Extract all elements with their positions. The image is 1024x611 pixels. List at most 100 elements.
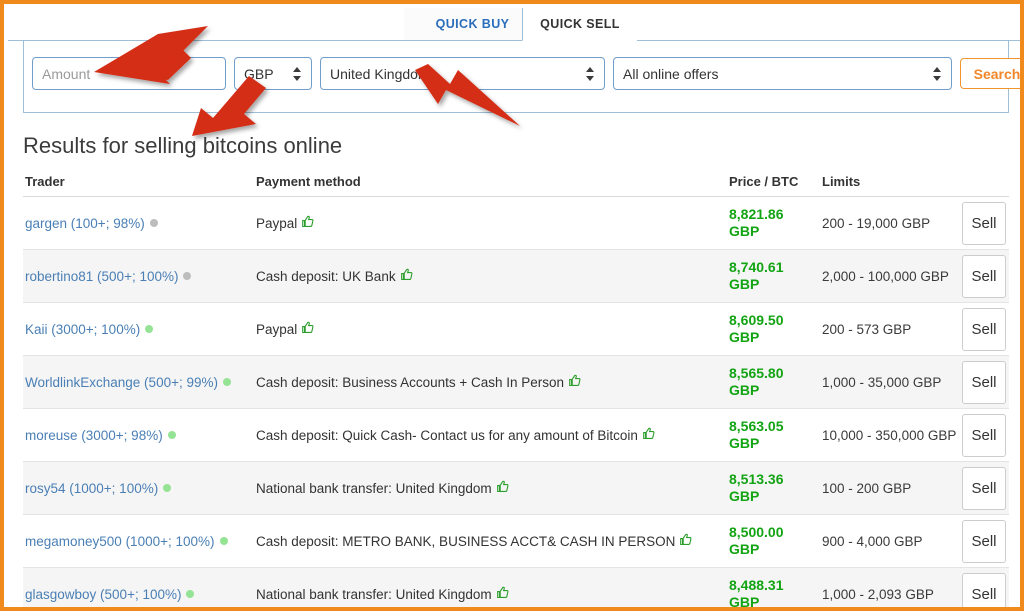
- limits-value: 900 - 4,000 GBP: [822, 533, 923, 549]
- tab-quick-sell[interactable]: QUICK SELL: [522, 8, 637, 41]
- trader-link[interactable]: robertino81 (500+; 100%): [25, 269, 178, 284]
- limits-value: 1,000 - 35,000 GBP: [822, 374, 942, 390]
- tab-quick-sell-label: QUICK SELL: [540, 17, 620, 31]
- sell-button[interactable]: Sell: [962, 519, 1006, 563]
- search-form: Amount GBP United Kingdom All online off…: [32, 57, 1020, 90]
- limits-value: 200 - 19,000 GBP: [822, 215, 931, 231]
- sell-button[interactable]: Sell: [962, 413, 1006, 457]
- cell-trader: robertino81 (500+; 100%): [23, 250, 256, 302]
- offline-status-icon: [183, 272, 192, 280]
- column-header-action: [962, 168, 1009, 174]
- column-header-trader: Trader: [25, 174, 65, 189]
- cell-price: 8,821.86 GBP: [729, 197, 822, 249]
- trader-link[interactable]: WorldlinkExchange (500+; 99%): [25, 375, 218, 390]
- sell-button-label: Sell: [971, 214, 997, 232]
- cell-trader: megamoney500 (1000+; 100%): [23, 515, 256, 567]
- sell-button[interactable]: Sell: [962, 254, 1006, 298]
- offers-select[interactable]: All online offers: [613, 57, 952, 90]
- table-row: robertino81 (500+; 100%) Cash deposit: UK…: [23, 250, 1009, 303]
- price-value: 8,821.86: [729, 206, 784, 222]
- cell-payment-method: Cash deposit: METRO BANK, BUSINESS ACCT&…: [256, 515, 729, 567]
- sell-button[interactable]: Sell: [962, 307, 1006, 351]
- cell-trader: rosy54 (1000+; 100%): [23, 462, 256, 514]
- table-row: Kaii (3000+; 100%) Paypal 8,609.50 GBP 200 -…: [23, 303, 1009, 356]
- sell-button[interactable]: Sell: [962, 572, 1006, 607]
- payment-method-label: Cash deposit: METRO BANK, BUSINESS ACCT&…: [256, 533, 676, 549]
- cell-payment-method: Cash deposit: UK Bank: [256, 250, 729, 302]
- page-title: Results for selling bitcoins online: [23, 133, 343, 158]
- sell-button-label: Sell: [971, 426, 997, 444]
- thumbs-up-icon: [302, 321, 314, 337]
- payment-method-label: Cash deposit: UK Bank: [256, 268, 396, 284]
- cell-payment-method: Paypal: [256, 197, 729, 249]
- tab-strip: QUICK BUY QUICK SELL: [8, 8, 1020, 41]
- cell-action: Sell: [962, 462, 1009, 514]
- amount-input[interactable]: Amount: [32, 57, 226, 90]
- table-row: megamoney500 (1000+; 100%) Cash deposit: …: [23, 515, 1009, 568]
- cell-payment-method: National bank transfer: United Kingdom: [256, 462, 729, 514]
- sell-button[interactable]: Sell: [962, 360, 1006, 404]
- online-status-icon: [219, 537, 228, 545]
- column-header-limits: Limits: [822, 174, 861, 189]
- country-select[interactable]: United Kingdom: [320, 57, 605, 90]
- cell-price: 8,740.61 GBP: [729, 250, 822, 302]
- page-content: QUICK BUY QUICK SELL Amount GBP United K…: [8, 8, 1020, 607]
- cell-price: 8,488.31 GBP: [729, 568, 822, 607]
- cell-payment-method: Cash deposit: Business Accounts + Cash I…: [256, 356, 729, 408]
- trader-link[interactable]: glasgowboy (500+; 100%): [25, 587, 181, 602]
- trader-link[interactable]: Kaii (3000+; 100%): [25, 322, 140, 337]
- cell-price: 8,609.50 GBP: [729, 303, 822, 355]
- thumbs-up-icon: [643, 427, 655, 443]
- online-status-icon: [145, 325, 154, 333]
- thumbs-up-icon: [680, 533, 692, 549]
- table-row: glasgowboy (500+; 100%) National bank tra…: [23, 568, 1009, 607]
- limits-value: 2,000 - 100,000 GBP: [822, 268, 949, 284]
- price-currency: GBP: [729, 276, 760, 292]
- offers-select-value: All online offers: [623, 65, 719, 82]
- results-table: Trader Payment method Price / BTC Limits…: [23, 168, 1009, 607]
- thumbs-up-icon: [496, 586, 509, 602]
- offline-status-icon: [149, 219, 158, 227]
- column-header-price: Price / BTC: [729, 174, 799, 189]
- country-select-value: United Kingdom: [330, 65, 430, 82]
- table-row: gargen (100+; 98%) Paypal 8,821.86 GBP 200 -…: [23, 197, 1009, 250]
- trader-link[interactable]: moreuse (3000+; 98%): [25, 428, 163, 443]
- cell-limits: 1,000 - 2,093 GBP: [822, 568, 962, 607]
- payment-method-label: Cash deposit: Business Accounts + Cash I…: [256, 374, 565, 390]
- browser-screenshot-frame: QUICK BUY QUICK SELL Amount GBP United K…: [0, 0, 1024, 611]
- table-row: moreuse (3000+; 98%) Cash deposit: Quick …: [23, 409, 1009, 462]
- cell-limits: 1,000 - 35,000 GBP: [822, 356, 962, 408]
- search-button[interactable]: Search: [960, 58, 1020, 89]
- cell-action: Sell: [962, 197, 1009, 249]
- cell-action: Sell: [962, 515, 1009, 567]
- price-currency: GBP: [729, 488, 760, 504]
- thumbs-up-icon: [496, 480, 509, 496]
- currency-select[interactable]: GBP: [234, 57, 312, 90]
- cell-price: 8,563.05 GBP: [729, 409, 822, 461]
- cell-action: Sell: [962, 250, 1009, 302]
- sell-button[interactable]: Sell: [962, 201, 1006, 245]
- sell-button[interactable]: Sell: [962, 466, 1006, 510]
- price-value: 8,563.05: [729, 418, 784, 434]
- trader-link[interactable]: gargen (100+; 98%): [25, 216, 145, 231]
- cell-payment-method: Paypal: [256, 303, 729, 355]
- trader-link[interactable]: megamoney500 (1000+; 100%): [25, 534, 215, 549]
- payment-method-label: National bank transfer: United Kingdom: [256, 480, 492, 496]
- cell-limits: 100 - 200 GBP: [822, 462, 962, 514]
- cell-price: 8,500.00 GBP: [729, 515, 822, 567]
- price-value: 8,740.61: [729, 259, 784, 275]
- price-currency: GBP: [729, 541, 760, 557]
- sell-button-label: Sell: [971, 320, 997, 338]
- online-status-icon: [222, 378, 231, 386]
- online-status-icon: [163, 484, 172, 492]
- sell-button-label: Sell: [971, 373, 997, 391]
- limits-value: 10,000 - 350,000 GBP: [822, 427, 957, 443]
- sell-button-label: Sell: [971, 532, 997, 550]
- table-body: gargen (100+; 98%) Paypal 8,821.86 GBP 200 -…: [23, 197, 1009, 607]
- trader-link[interactable]: rosy54 (1000+; 100%): [25, 481, 158, 496]
- cell-trader: Kaii (3000+; 100%): [23, 303, 256, 355]
- cell-trader: gargen (100+; 98%): [23, 197, 256, 249]
- cell-action: Sell: [962, 409, 1009, 461]
- thumbs-up-icon: [400, 268, 413, 284]
- online-status-icon: [167, 431, 176, 439]
